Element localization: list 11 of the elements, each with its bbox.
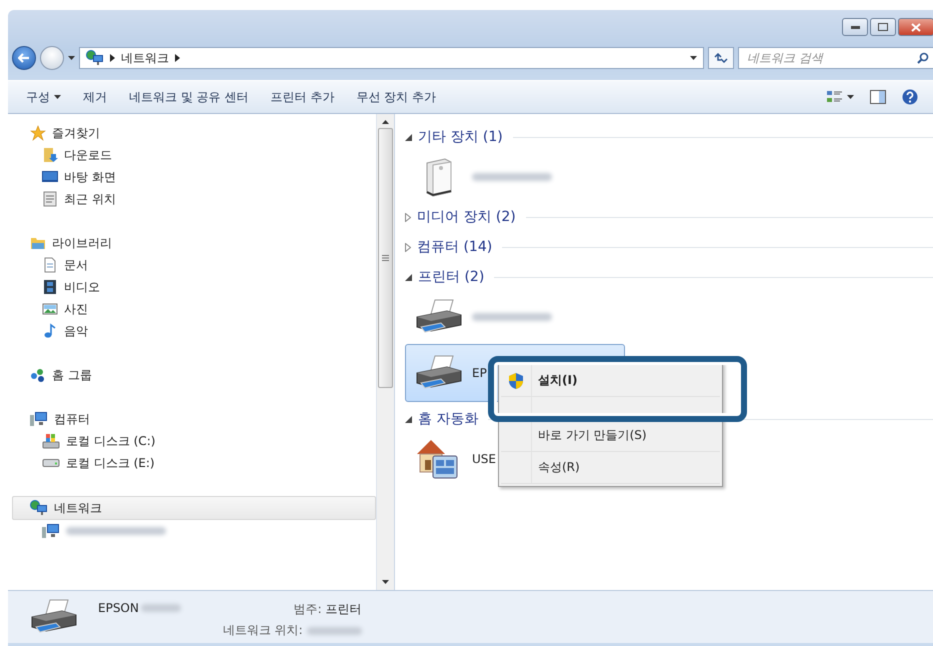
- device-name: EPSON: [98, 601, 139, 615]
- nav-group-label: 홈 그룹: [52, 366, 92, 384]
- device-name: USE: [472, 452, 496, 466]
- detail-value: 프린터: [326, 601, 362, 618]
- device-name: EP: [472, 366, 487, 380]
- detail-label: 범주:: [294, 601, 322, 618]
- nav-group-label: 컴퓨터: [54, 410, 90, 428]
- nav-group-label: 라이브러리: [52, 234, 112, 252]
- detail-label: 네트워크 위치:: [222, 622, 303, 639]
- nav-group-label: 네트워크: [54, 500, 102, 516]
- nav-group-label: 즐겨찾기: [52, 124, 100, 142]
